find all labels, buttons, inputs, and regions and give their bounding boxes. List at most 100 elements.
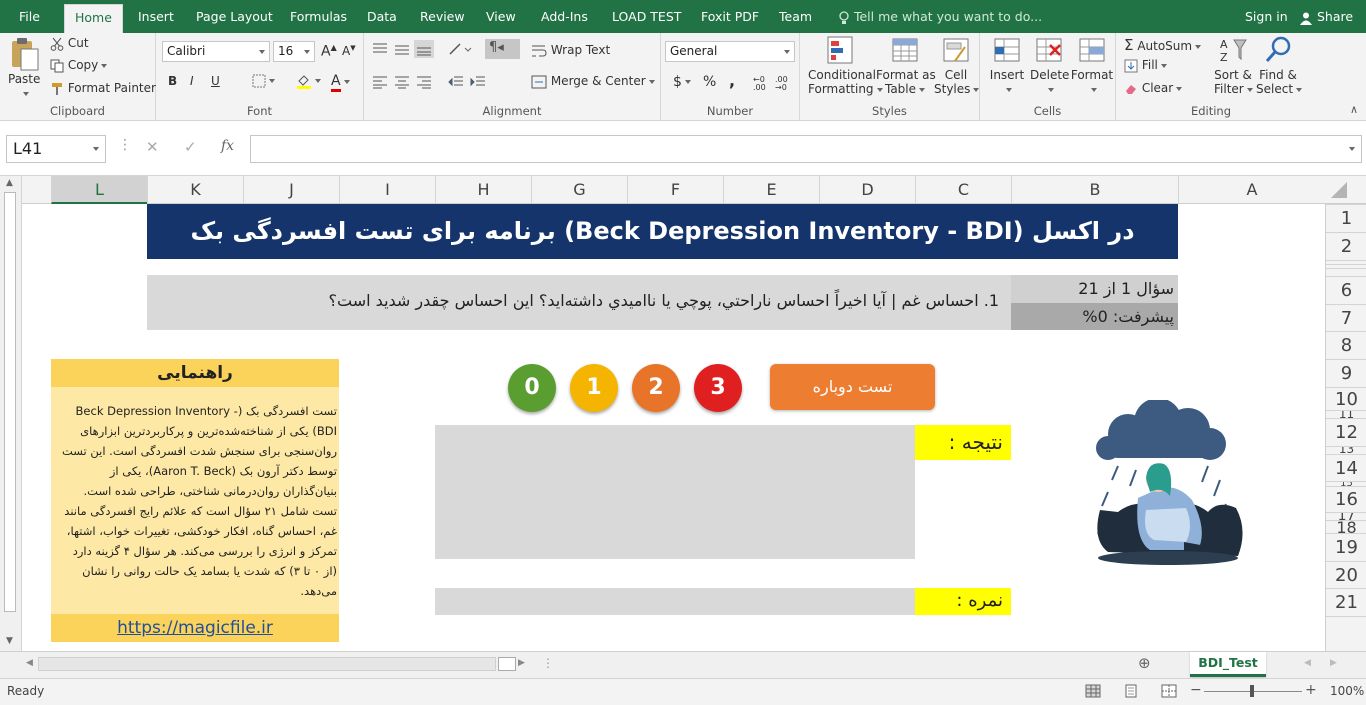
tab-review[interactable]: Review: [420, 9, 465, 24]
fill-color-button[interactable]: [296, 73, 321, 89]
shrink-font-button[interactable]: A▼: [342, 44, 356, 58]
scroll-up-icon[interactable]: ▲: [6, 178, 13, 188]
scroll-left-icon[interactable]: ◀: [26, 658, 33, 668]
sort-filter-button[interactable]: AZ Sort & Filter: [1214, 35, 1253, 96]
underline-button[interactable]: U: [211, 74, 220, 88]
align-left-icon[interactable]: [372, 75, 388, 89]
row-header-14[interactable]: 14: [1326, 454, 1366, 481]
scroll-right-icon[interactable]: ▶: [518, 658, 525, 668]
row-header-2[interactable]: 2: [1326, 232, 1366, 260]
rtl-direction-button[interactable]: ¶◂: [485, 39, 520, 59]
row-header-21[interactable]: 21: [1326, 588, 1366, 616]
increase-indent-icon[interactable]: [470, 75, 486, 89]
copy-button[interactable]: Copy: [50, 58, 108, 73]
column-header-h[interactable]: H: [435, 176, 531, 204]
tell-me-box[interactable]: Tell me what you want to do...: [838, 9, 1042, 25]
font-name-combo[interactable]: Calibri: [162, 41, 270, 62]
sign-in-link[interactable]: Sign in: [1245, 9, 1288, 24]
decrease-decimal-button[interactable]: .00 →0: [775, 76, 788, 92]
increase-decimal-button[interactable]: ←0.00: [753, 76, 766, 92]
column-header-j[interactable]: J: [243, 176, 339, 204]
italic-button[interactable]: I: [190, 74, 194, 88]
vertical-scroll-thumb[interactable]: [4, 192, 16, 612]
horizontal-scroll-thumb[interactable]: [498, 657, 516, 671]
collapse-ribbon-icon[interactable]: ∧: [1350, 103, 1358, 116]
cancel-icon[interactable]: ✕: [146, 138, 159, 156]
row-header-19[interactable]: 19: [1326, 533, 1366, 561]
row-header-22[interactable]: [1326, 616, 1366, 651]
autosum-button[interactable]: Σ AutoSum: [1124, 36, 1202, 54]
option-2-button[interactable]: 2: [632, 364, 680, 412]
column-header-l[interactable]: L: [51, 176, 147, 204]
tab-formulas[interactable]: Formulas: [290, 9, 347, 24]
retry-test-button[interactable]: تست دوباره: [770, 364, 935, 410]
tab-load-test[interactable]: LOAD TEST: [612, 9, 681, 24]
sheet-tab-bdi-test[interactable]: BDI_Test: [1190, 652, 1266, 677]
select-all-icon[interactable]: [1329, 180, 1349, 200]
align-center-icon[interactable]: [394, 75, 410, 89]
cell-styles-button[interactable]: Cell Styles: [934, 35, 980, 96]
row-header-8[interactable]: 8: [1326, 331, 1366, 359]
row-header-13[interactable]: 13: [1326, 446, 1366, 454]
borders-button[interactable]: [252, 73, 275, 88]
horizontal-scroll-track[interactable]: [38, 657, 496, 671]
formula-bar-splitter[interactable]: ⋮: [118, 137, 132, 153]
tab-home[interactable]: Home: [64, 4, 123, 33]
tab-view[interactable]: View: [486, 9, 516, 24]
row-header-11[interactable]: 11: [1326, 410, 1366, 418]
option-1-button[interactable]: 1: [570, 364, 618, 412]
tab-splitter[interactable]: ⋮: [542, 656, 554, 670]
zoom-level[interactable]: 100%: [1330, 684, 1364, 698]
column-header-i[interactable]: I: [339, 176, 435, 204]
option-3-button[interactable]: 3: [694, 364, 742, 412]
column-header-d[interactable]: D: [819, 176, 915, 204]
tab-team[interactable]: Team: [779, 9, 812, 24]
row-header-16[interactable]: 16: [1326, 486, 1366, 512]
insert-function-icon[interactable]: fx: [221, 138, 234, 154]
tab-data[interactable]: Data: [367, 9, 397, 24]
name-box[interactable]: L41: [6, 135, 106, 163]
percent-button[interactable]: %: [703, 74, 716, 90]
align-bottom-icon[interactable]: [414, 40, 434, 58]
column-header-k[interactable]: K: [147, 176, 243, 204]
row-header-18[interactable]: 18: [1326, 520, 1366, 533]
enter-icon[interactable]: ✓: [184, 138, 197, 156]
wrap-text-button[interactable]: Wrap Text: [531, 43, 610, 58]
column-header-b[interactable]: B: [1011, 176, 1178, 204]
next-sheet-icon[interactable]: ▶: [1330, 658, 1337, 668]
row-header-17[interactable]: 17: [1326, 512, 1366, 520]
align-middle-icon[interactable]: [394, 42, 410, 56]
grow-font-button[interactable]: A▲: [321, 43, 337, 60]
row-header-10[interactable]: 10: [1326, 387, 1366, 410]
column-header-f[interactable]: F: [627, 176, 723, 204]
bold-button[interactable]: B: [168, 74, 177, 88]
currency-button[interactable]: $: [673, 74, 691, 90]
row-header-20[interactable]: 20: [1326, 561, 1366, 588]
tab-foxit-pdf[interactable]: Foxit PDF: [701, 9, 759, 24]
format-cells-button[interactable]: Format: [1070, 35, 1114, 96]
format-as-table-button[interactable]: Format as Table: [876, 35, 936, 96]
column-header-e[interactable]: E: [723, 176, 819, 204]
format-painter-button[interactable]: Format Painter: [50, 81, 156, 96]
tab-file[interactable]: File: [19, 9, 40, 24]
vertical-scrollbar[interactable]: ▲ ▼: [0, 176, 22, 651]
row-header-1[interactable]: 1: [1326, 204, 1366, 232]
new-sheet-icon[interactable]: ⊕: [1138, 654, 1151, 672]
zoom-slider-thumb[interactable]: [1250, 685, 1254, 697]
align-right-icon[interactable]: [416, 75, 432, 89]
column-header-g[interactable]: G: [531, 176, 627, 204]
normal-view-icon[interactable]: [1085, 684, 1101, 698]
row-header-9[interactable]: 9: [1326, 359, 1366, 387]
clear-button[interactable]: Clear: [1124, 81, 1183, 96]
prev-sheet-icon[interactable]: ◀: [1304, 658, 1311, 668]
cut-button[interactable]: Cut: [50, 36, 89, 51]
row-header-5[interactable]: [1326, 268, 1366, 276]
option-0-button[interactable]: 0: [508, 364, 556, 412]
row-header-6[interactable]: 6: [1326, 276, 1366, 304]
conditional-formatting-button[interactable]: Conditional Formatting: [808, 35, 883, 96]
guide-link[interactable]: https://magicfile.ir: [51, 614, 339, 642]
decrease-indent-icon[interactable]: [448, 75, 464, 89]
font-size-combo[interactable]: 16: [273, 41, 315, 62]
paste-button[interactable]: Paste: [8, 37, 40, 100]
column-header-a[interactable]: A: [1178, 176, 1325, 204]
